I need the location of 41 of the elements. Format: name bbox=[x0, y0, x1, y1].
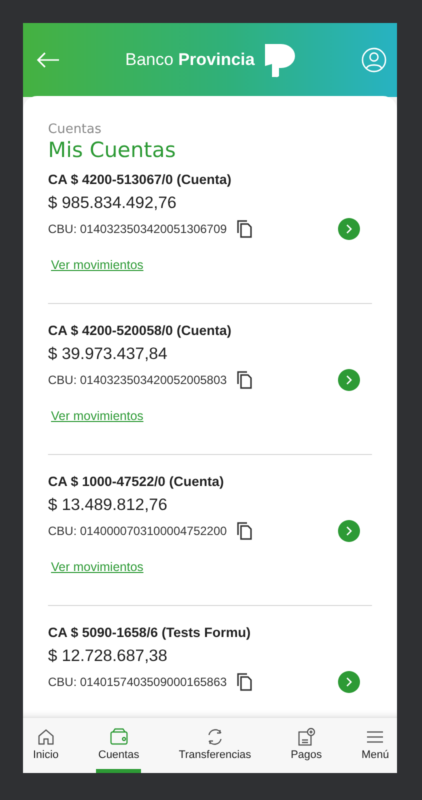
back-button[interactable] bbox=[35, 50, 61, 70]
wallet-icon bbox=[108, 727, 129, 747]
movements-link[interactable]: Ver movimientos bbox=[51, 258, 144, 272]
account-detail-button[interactable] bbox=[338, 218, 360, 240]
logo-icon bbox=[262, 42, 297, 78]
account-cbu: CBU: 0140000703100004752200 bbox=[48, 524, 227, 538]
copy-icon[interactable] bbox=[236, 371, 253, 389]
nav-tab[interactable]: Pagos bbox=[288, 718, 324, 773]
account-balance: $ 985.834.492,76 bbox=[48, 194, 178, 213]
account-detail-button[interactable] bbox=[338, 369, 360, 391]
page-title: Mis Cuentas bbox=[48, 138, 177, 162]
account-name: CA $ 4200-513067/0 (Cuenta) bbox=[48, 172, 232, 187]
chevron-icon bbox=[345, 375, 353, 385]
account-balance: $ 13.489.812,76 bbox=[48, 496, 168, 515]
nav-tab[interactable]: Menú bbox=[359, 718, 391, 773]
account-detail-button[interactable] bbox=[338, 671, 360, 693]
account-detail-button[interactable] bbox=[338, 520, 360, 542]
nav-tab[interactable]: Inicio bbox=[31, 718, 61, 773]
account-cbu: CBU: 0140323503420052005803 bbox=[48, 373, 227, 387]
home-icon bbox=[36, 727, 56, 747]
movements-link[interactable]: Ver movimientos bbox=[51, 560, 144, 574]
account-cbu: CBU: 0140157403509000165863 bbox=[48, 675, 227, 689]
account-name: CA $ 5090-1658/6 (Tests Formu) bbox=[48, 625, 252, 640]
brand-name: Banco Provincia bbox=[125, 50, 255, 70]
account-balance: $ 39.973.437,84 bbox=[48, 345, 168, 364]
bill-icon bbox=[296, 727, 316, 747]
chevron-icon bbox=[345, 224, 353, 234]
profile-button[interactable] bbox=[360, 47, 387, 73]
copy-icon[interactable] bbox=[236, 522, 253, 540]
breadcrumb: Cuentas bbox=[48, 122, 102, 137]
copy-icon[interactable] bbox=[236, 220, 253, 238]
copy-icon[interactable] bbox=[236, 673, 253, 691]
account-name: CA $ 4200-520058/0 (Cuenta) bbox=[48, 323, 232, 338]
account-cbu: CBU: 0140323503420051306709 bbox=[48, 222, 227, 236]
chevron-icon bbox=[345, 526, 353, 536]
account-name: CA $ 1000-47522/0 (Cuenta) bbox=[48, 474, 225, 489]
chevron-icon bbox=[345, 677, 353, 687]
nav-tab[interactable]: Transferencias bbox=[176, 718, 254, 773]
account-balance: $ 12.728.687,38 bbox=[48, 647, 168, 666]
nav-tab[interactable]: Cuentas bbox=[96, 718, 142, 773]
movements-link[interactable]: Ver movimientos bbox=[51, 409, 144, 423]
